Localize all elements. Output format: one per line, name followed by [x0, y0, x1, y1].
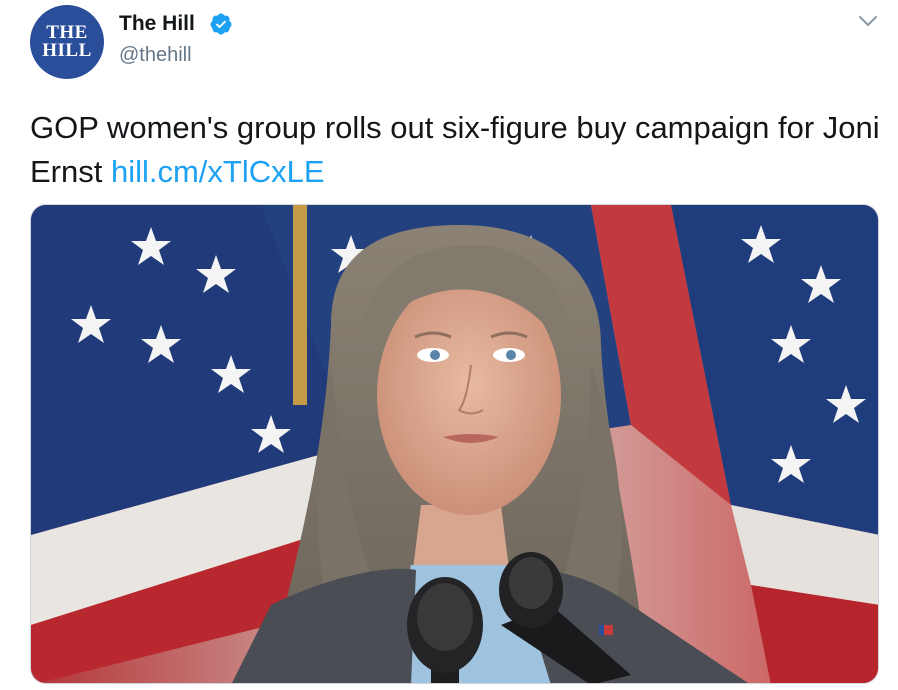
- verified-badge-icon: [210, 13, 232, 35]
- author-handle[interactable]: @thehill: [119, 44, 192, 67]
- tweet-text: GOP women's group rolls out six-figure b…: [30, 106, 880, 194]
- avatar[interactable]: THE HILL: [30, 5, 104, 79]
- photo-illustration: [31, 205, 878, 683]
- chevron-down-icon[interactable]: [856, 12, 880, 30]
- avatar-text-line-2: HILL: [42, 40, 92, 61]
- tweet-card: THE HILL The Hill @thehill GOP women's g…: [0, 0, 898, 690]
- author-display-name[interactable]: The Hill: [119, 12, 195, 36]
- tweet-image[interactable]: [30, 204, 879, 684]
- tweet-link[interactable]: hill.cm/xTlCxLE: [111, 154, 325, 189]
